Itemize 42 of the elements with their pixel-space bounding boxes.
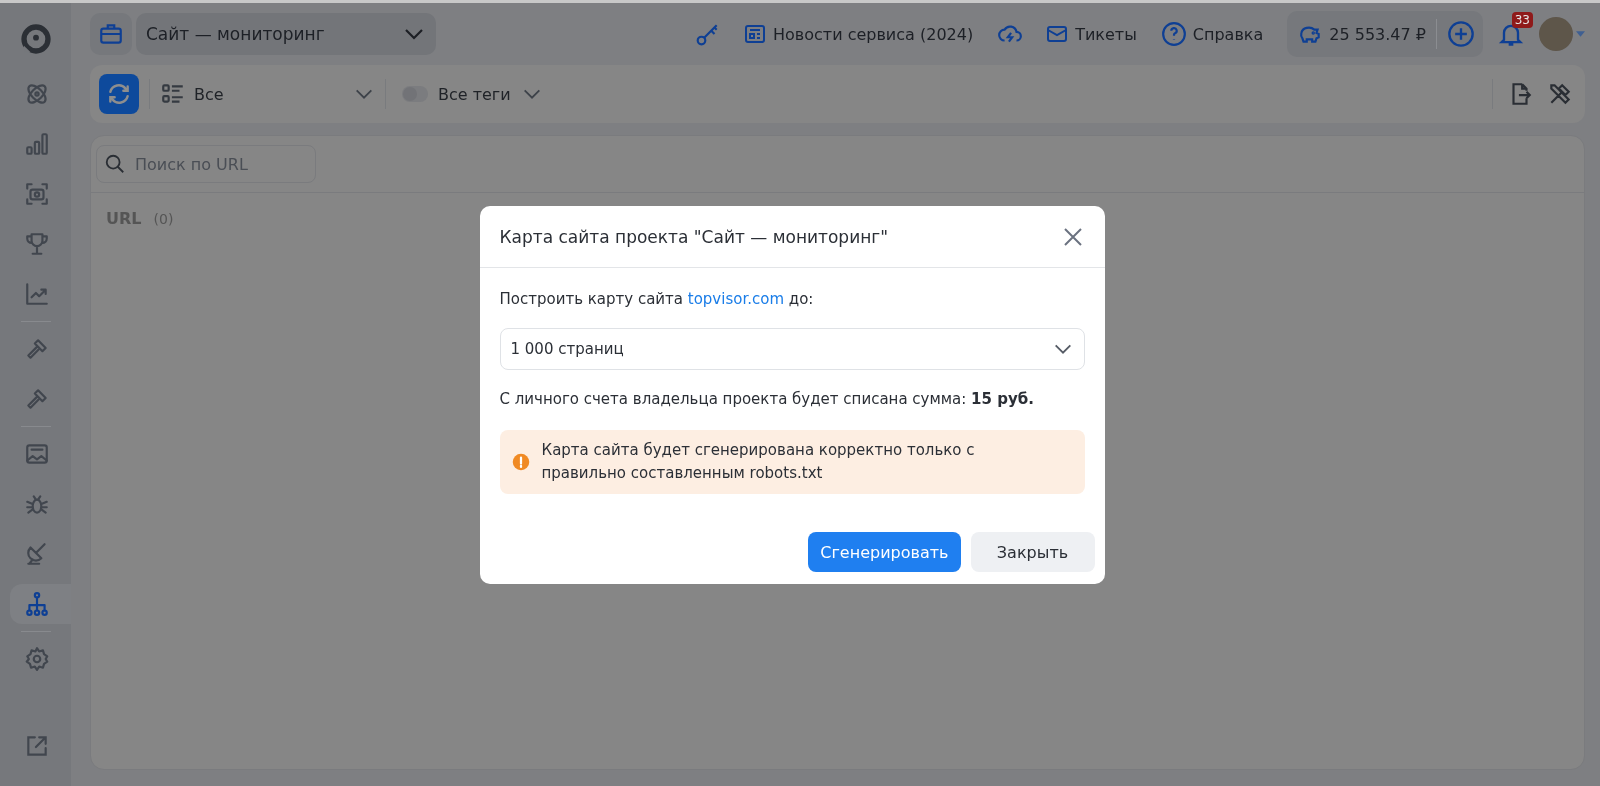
trophy-icon bbox=[24, 231, 50, 257]
search-icon bbox=[104, 153, 126, 175]
sitemap-icon bbox=[24, 591, 50, 617]
close-button[interactable]: Закрыть bbox=[970, 532, 1095, 572]
trend-chart-icon bbox=[24, 281, 50, 307]
tags-filter[interactable]: Все теги bbox=[402, 83, 543, 105]
warning-text: Карта сайта будет сгенерирована корректно только с правильно составленным robots.txt bbox=[541, 440, 976, 484]
refresh-button[interactable] bbox=[99, 74, 139, 114]
help-icon bbox=[1160, 21, 1187, 47]
pages-dropdown[interactable]: 1 000 страниц bbox=[499, 328, 1085, 370]
warning-icon bbox=[511, 453, 530, 471]
external-link-icon bbox=[24, 733, 50, 759]
refresh-icon bbox=[106, 81, 132, 107]
briefcase-icon bbox=[98, 21, 124, 47]
filter-dropdown[interactable]: Все bbox=[160, 81, 375, 107]
dialog-title: Карта сайта проекта "Сайт — мониторинг" bbox=[499, 226, 889, 247]
newspaper-icon bbox=[743, 22, 767, 46]
notification-badge: 33 bbox=[1511, 12, 1533, 28]
avatar[interactable] bbox=[1539, 17, 1573, 51]
plus-icon[interactable] bbox=[1447, 20, 1475, 48]
project-selector[interactable]: Сайт — мониторинг bbox=[136, 13, 436, 55]
tools-icon[interactable] bbox=[1547, 81, 1573, 107]
generate-button[interactable]: Сгенерировать bbox=[808, 532, 961, 572]
help-link[interactable]: Справка bbox=[1160, 21, 1264, 47]
bar-chart-icon bbox=[24, 131, 50, 157]
hammer-icon bbox=[24, 336, 50, 362]
settings-icon bbox=[24, 646, 50, 672]
site-link[interactable]: topvisor.com bbox=[687, 290, 784, 308]
camera-icon bbox=[24, 181, 50, 207]
search-field[interactable]: Поиск по URL bbox=[96, 145, 316, 183]
news-link[interactable]: Новости сервиса (2024) bbox=[743, 22, 974, 46]
balance-button[interactable]: 25 553.47 ₽ bbox=[1297, 21, 1426, 47]
project-button[interactable] bbox=[90, 13, 132, 55]
logo-icon[interactable] bbox=[19, 23, 52, 55]
cost-text: С личного счета владельца проекта будет списана сумма: 15 руб. bbox=[499, 390, 1035, 408]
orbit-icon bbox=[24, 81, 50, 107]
tickets-link[interactable]: Тикеты bbox=[1045, 22, 1137, 46]
hammer-icon bbox=[24, 386, 50, 412]
caret-icon[interactable] bbox=[1576, 31, 1585, 37]
intro-text: Построить карту сайта topvisor.com до: bbox=[499, 290, 815, 308]
sidebar-item[interactable] bbox=[10, 584, 71, 624]
image-card-icon bbox=[24, 441, 50, 467]
